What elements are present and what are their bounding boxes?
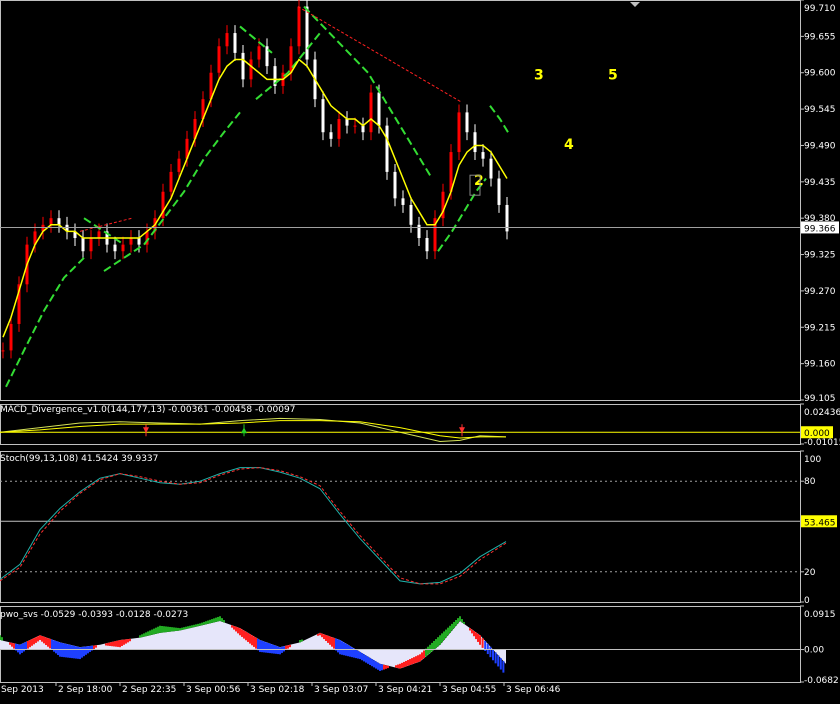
price-bar-body [241,52,245,80]
price-bar-body [289,46,293,73]
price-bar-body [233,33,237,53]
price-bar-body [489,158,493,179]
price-bar-body [401,198,405,205]
tick-label: 99.490 [804,141,836,151]
tick-label: 99.325 [804,251,836,261]
price-bar-body [473,132,477,153]
price-bar-body [81,238,85,252]
price-bar-body [305,6,309,60]
tick-label: -0.0682 [804,676,839,686]
price-bar-body [345,119,349,126]
tick-label: 0 [804,596,810,606]
tick-label: 99.215 [804,323,836,333]
tick-label: 99.655 [804,32,836,42]
price-bar-body [377,92,381,126]
tick-label: 0.00 [804,646,824,656]
price-bar-body [361,125,365,133]
price-bar-body [217,46,221,73]
price-bar-body [385,125,389,172]
price-bar-body [417,224,421,239]
price-bar-body [121,244,125,252]
price-bar-body [321,99,325,133]
tick-label: 99.710 [804,4,836,14]
time-label: 3 Sep 00:56 [186,685,241,695]
wave-title: pwo_svs -0.0529 -0.0393 -0.0128 -0.0273 [0,610,188,620]
tick-label: 80 [804,477,816,487]
price-bar-body [409,204,413,225]
time-label: 2 Sep 18:00 [58,685,113,695]
time-label: 3 Sep 06:46 [506,685,561,695]
price-bar-body [393,171,397,199]
tick-label: 0.02436 [804,408,840,418]
tick-label: 99.600 [804,69,836,79]
chart-root: 2345 99.71099.65599.60099.54599.49099.43… [0,0,840,704]
price-bar-body [249,59,253,80]
tick-label: 99.270 [804,287,836,297]
price-bar-body [297,6,301,47]
price-bar-body [113,244,117,252]
current-price-label: 99.366 [804,224,836,234]
price-bar-body [97,231,101,239]
tick-label: 100 [804,455,821,465]
time-label: 3 Sep 04:55 [442,685,496,695]
tick-label: 20 [804,568,816,578]
price-bar-body [353,125,357,127]
tick-label: 0.0915 [804,610,836,620]
tick-label: 99.435 [804,178,836,188]
stoch-title: Stoch(99,13,108) 41.5424 39.9337 [0,454,158,464]
price-bar-body [465,112,469,133]
price-bar-body [169,171,173,192]
price-bar-body [177,158,181,172]
wave-label-3: 3 [534,67,544,83]
time-label: 2 Sep 22:35 [122,685,176,695]
tick-label: 99.545 [804,105,836,115]
stoch-current-label: 53.465 [804,518,836,528]
price-bar-body [9,323,13,351]
wave-label-4: 4 [564,137,574,153]
price-bar-body [369,92,373,133]
price-bar-body [137,238,141,245]
price-bar-body [57,218,61,225]
price-bar-body [329,132,333,139]
time-label: 3 Sep 02:18 [250,685,305,695]
price-bar-body [457,112,461,153]
chart-background [0,0,840,704]
time-label: Sep 2013 [1,685,44,695]
price-bar-body [425,238,429,252]
macd-title: MACD_Divergence_v1.0(144,177,13) -0.0036… [0,405,295,415]
price-bar-body [497,178,501,205]
price-bar-body [481,152,485,159]
macd-current-label: 0.000 [804,429,830,439]
tick-label: 99.105 [804,394,836,404]
price-bar-body [225,33,229,47]
price-bar-body [257,46,261,60]
wave-label-5: 5 [608,67,618,83]
tick-label: 99.160 [804,360,836,370]
price-bar-body [89,238,93,252]
time-label: 3 Sep 04:21 [378,685,432,695]
price-bar-body [49,218,53,225]
time-label: 3 Sep 03:07 [314,685,368,695]
price-bar-body [1,350,5,352]
price-bar-body [129,238,133,245]
tick-label: -0.01015 [804,438,840,448]
price-bar-body [337,119,341,139]
